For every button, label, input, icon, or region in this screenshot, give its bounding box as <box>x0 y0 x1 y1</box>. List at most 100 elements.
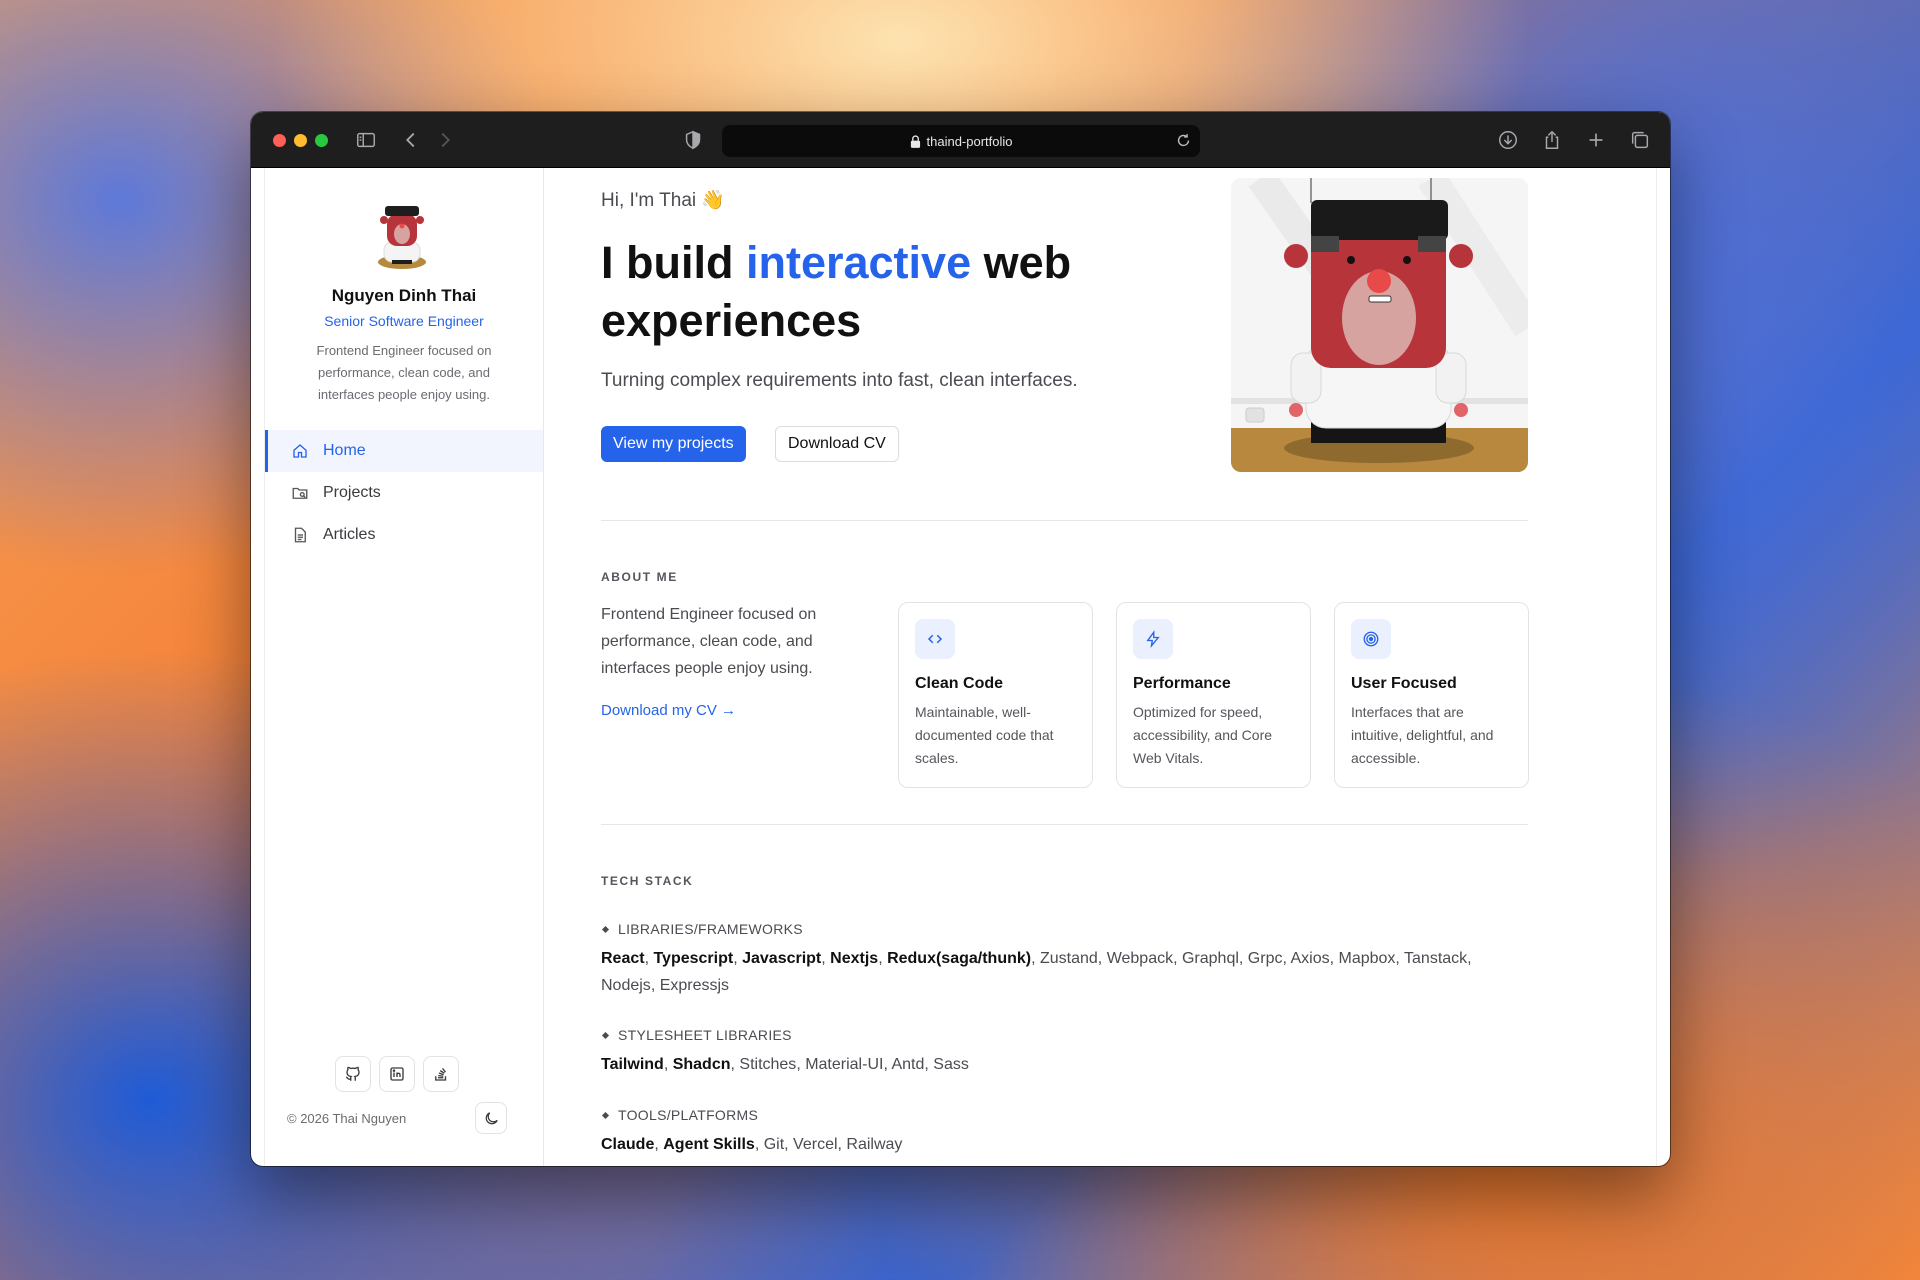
card-description: Optimized for speed, accessibility, and … <box>1133 704 1273 766</box>
home-icon <box>293 444 307 458</box>
tech-item: Expressjs <box>659 977 730 994</box>
tech-list: React, Typescript, Javascript, Nextjs, R… <box>601 950 1472 994</box>
sidebar-item-label: Articles <box>323 526 376 543</box>
tech-item: Nextjs <box>830 950 879 967</box>
hero-greeting: Hi, I'm Thai 👋 <box>601 190 726 211</box>
tech-group-libraries: LIBRARIES/FRAMEWORKS React, Typescript, … <box>601 921 1501 999</box>
close-window-button[interactable] <box>273 134 286 147</box>
theme-toggle-button[interactable] <box>475 1102 507 1134</box>
bullet-icon <box>601 925 610 933</box>
tech-item: Tanstack <box>1404 950 1468 967</box>
github-link[interactable] <box>335 1056 371 1092</box>
feature-card-performance: Performance Optimized for speed, accessi… <box>1116 602 1311 788</box>
hero-tagline: Turning complex requirements into fast, … <box>601 370 1078 391</box>
feature-card-clean-code: Clean Code Maintainable, well-documented… <box>898 602 1093 788</box>
tech-item: Javascript <box>742 950 822 967</box>
tech-section-label: TECH STACK <box>601 874 694 888</box>
card-title: Clean Code <box>915 675 1004 692</box>
copyright-text: © 2026 Thai Nguyen <box>287 1111 407 1126</box>
tech-group-title-text: TOOLS/PLATFORMS <box>618 1107 759 1123</box>
tech-group-title-text: LIBRARIES/FRAMEWORKS <box>618 921 803 937</box>
back-icon[interactable] <box>399 128 423 152</box>
browser-window: thaind-portfolio Nguyen Dinh Thai Senior… <box>251 112 1670 1166</box>
stackoverflow-icon <box>435 1067 447 1081</box>
moon-icon <box>485 1111 498 1124</box>
tech-item: Graphql <box>1181 950 1239 967</box>
tech-item: Axios <box>1290 950 1330 967</box>
sidebar-item-projects[interactable]: Projects <box>265 472 543 514</box>
lock-icon <box>910 134 920 148</box>
address-bar[interactable]: thaind-portfolio <box>722 125 1200 157</box>
main-content: Hi, I'm Thai 👋 I build interactive web e… <box>544 168 1657 1166</box>
tech-item: Material-UI <box>805 1056 884 1073</box>
card-description: Interfaces that are intuitive, delightfu… <box>1351 704 1494 766</box>
card-description: Maintainable, well-documented code that … <box>915 704 1054 766</box>
tech-item: React <box>601 950 645 967</box>
tech-group-title-text: STYLESHEET LIBRARIES <box>618 1027 792 1043</box>
tech-list: Claude, Agent Skills, Git, Vercel, Railw… <box>601 1136 903 1153</box>
about-text: Frontend Engineer focused on performance… <box>601 606 817 677</box>
tech-group-title: STYLESHEET LIBRARIES <box>601 1027 1501 1043</box>
lightning-icon <box>1146 630 1160 648</box>
tech-list: Tailwind, Shadcn, Stitches, Material-UI,… <box>601 1056 969 1073</box>
tech-group-tools: TOOLS/PLATFORMS Claude, Agent Skills, Gi… <box>601 1107 1501 1158</box>
view-projects-button[interactable]: View my projects <box>601 426 746 462</box>
headline-text: I build <box>601 237 746 288</box>
tech-item: Mapbox <box>1338 950 1396 967</box>
reload-icon[interactable] <box>1175 132 1192 149</box>
zoom-window-button[interactable] <box>315 134 328 147</box>
tech-group-stylesheets: STYLESHEET LIBRARIES Tailwind, Shadcn, S… <box>601 1027 1501 1078</box>
tech-group-title: TOOLS/PLATFORMS <box>601 1107 1501 1123</box>
code-icon <box>927 634 943 644</box>
card-icon-box <box>1133 619 1173 659</box>
tech-item: Tailwind <box>601 1056 664 1073</box>
social-links <box>335 1056 459 1092</box>
card-title: User Focused <box>1351 675 1457 692</box>
tech-group-title: LIBRARIES/FRAMEWORKS <box>601 921 1501 937</box>
tech-item: Zustand <box>1039 950 1098 967</box>
hero-headline: I build interactive web experiences <box>601 234 1161 350</box>
download-cv-link[interactable]: Download my CV → <box>601 702 736 719</box>
target-icon <box>1363 631 1379 647</box>
document-icon <box>294 527 306 543</box>
tech-item: Redux(saga/thunk) <box>887 950 1032 967</box>
github-icon <box>345 1066 360 1081</box>
sidebar-item-articles[interactable]: Articles <box>265 514 543 556</box>
tech-item: Git <box>763 1136 785 1153</box>
sidebar-item-label: Projects <box>323 484 381 501</box>
tech-item: Sass <box>933 1056 969 1073</box>
profile-role: Senior Software Engineer <box>324 313 484 329</box>
sidebar-item-home[interactable]: Home <box>265 430 543 472</box>
avatar <box>378 206 426 269</box>
feature-card-user-focused: User Focused Interfaces that are intuiti… <box>1334 602 1529 788</box>
linkedin-icon <box>390 1067 404 1081</box>
sidebar-item-label: Home <box>323 442 366 459</box>
tab-overview-icon[interactable] <box>1628 128 1652 152</box>
tech-item: Typescript <box>653 950 734 967</box>
card-icon-box <box>1351 619 1391 659</box>
new-tab-icon[interactable] <box>1584 128 1608 152</box>
forward-icon[interactable] <box>433 128 457 152</box>
tech-item: Webpack <box>1106 950 1174 967</box>
sidebar: Nguyen Dinh Thai Senior Software Enginee… <box>264 168 544 1166</box>
share-icon[interactable] <box>1540 128 1564 152</box>
download-cv-button[interactable]: Download CV <box>775 426 899 462</box>
minimize-window-button[interactable] <box>294 134 307 147</box>
tech-item: Shadcn <box>672 1056 731 1073</box>
tech-item: Claude <box>601 1136 655 1153</box>
tech-item: Nodejs <box>601 977 651 994</box>
address-text: thaind-portfolio <box>926 133 1013 149</box>
browser-toolbar: thaind-portfolio <box>251 112 1670 168</box>
headline-accent: interactive <box>745 237 972 288</box>
privacy-shield-icon[interactable] <box>681 128 705 152</box>
tech-item: Grpc <box>1247 950 1283 967</box>
card-title: Performance <box>1133 675 1231 692</box>
profile-name: Nguyen Dinh Thai <box>331 286 477 305</box>
sidebar-toggle-icon[interactable] <box>354 128 378 152</box>
linkedin-link[interactable] <box>379 1056 415 1092</box>
stackoverflow-link[interactable] <box>423 1056 459 1092</box>
tech-item: Stitches <box>739 1056 797 1073</box>
tech-item: Antd <box>891 1056 925 1073</box>
download-icon[interactable] <box>1496 128 1520 152</box>
section-divider <box>601 520 1528 521</box>
